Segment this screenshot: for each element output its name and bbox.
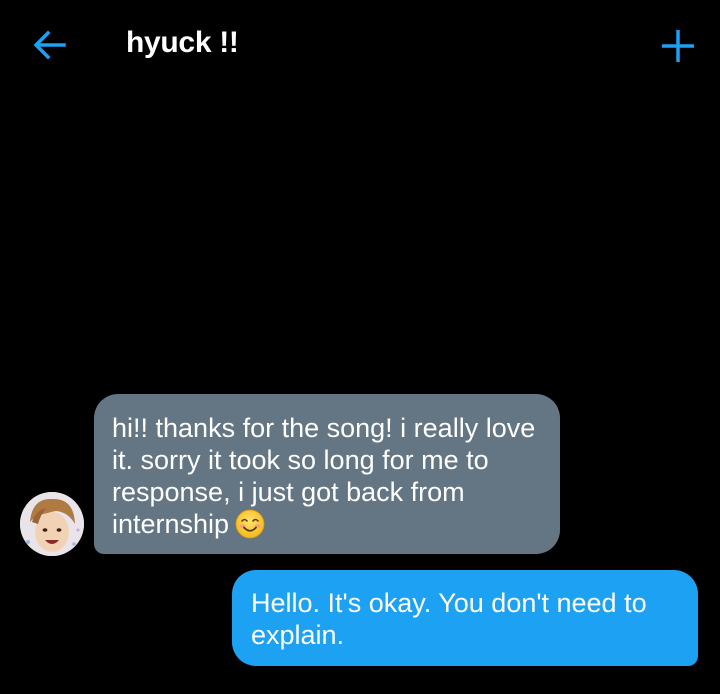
arrow-left-icon xyxy=(33,30,66,60)
back-button[interactable] xyxy=(30,28,70,62)
contact-avatar[interactable] xyxy=(20,492,84,556)
incoming-message-bubble[interactable]: hi!! thanks for the song! i really love … xyxy=(94,394,560,554)
conversation-title: hyuck !! xyxy=(126,26,239,59)
conversation-header: hyuck !! xyxy=(0,0,720,92)
new-message-button[interactable] xyxy=(658,26,698,66)
outgoing-message-bubble[interactable]: Hello. It's okay. You don't need to expl… xyxy=(232,570,698,666)
plus-icon xyxy=(662,30,694,62)
smiling-face-icon xyxy=(235,509,265,539)
incoming-message-text: hi!! thanks for the song! i really love … xyxy=(112,413,536,539)
outgoing-message-text: Hello. It's okay. You don't need to expl… xyxy=(251,588,647,650)
